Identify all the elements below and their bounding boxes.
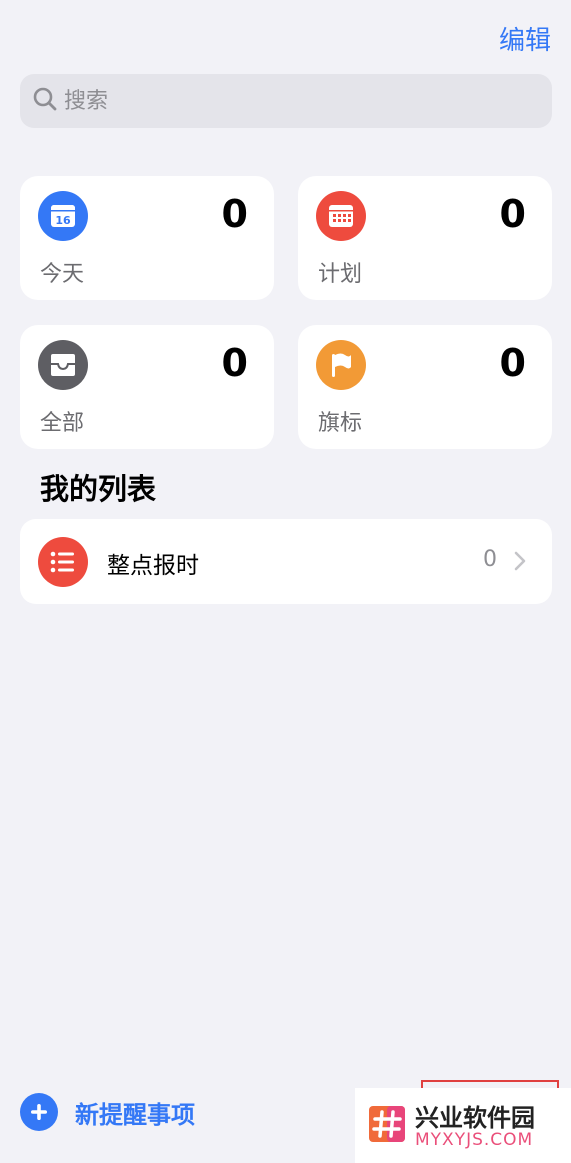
tray-icon: [38, 340, 88, 390]
new-reminder-label: 新提醒事项: [75, 1100, 195, 1129]
flagged-count: 0: [499, 341, 526, 385]
search-input[interactable]: [64, 88, 524, 114]
chevron-right-icon: [514, 551, 526, 575]
highlight-box: [421, 1080, 559, 1088]
all-label: 全部: [40, 411, 85, 436]
calendar-day-number: 16: [55, 214, 71, 227]
smart-list-today[interactable]: 16 0 今天: [20, 176, 274, 300]
list-bullet-icon: [38, 537, 88, 587]
today-count: 0: [221, 192, 248, 236]
plus-circle-icon: [20, 1093, 58, 1131]
my-lists-title: 我的列表: [40, 472, 157, 506]
list-name: 整点报时: [107, 553, 199, 579]
smart-list-scheduled[interactable]: 0 计划: [298, 176, 552, 300]
edit-button[interactable]: 编辑: [499, 20, 551, 57]
search-bar[interactable]: [20, 74, 552, 128]
smart-list-all[interactable]: 0 全部: [20, 325, 274, 449]
flagged-label: 旗标: [318, 411, 363, 436]
search-icon: [32, 86, 58, 116]
smart-list-flagged[interactable]: 0 旗标: [298, 325, 552, 449]
today-label: 今天: [40, 262, 85, 287]
watermark-name-cn: 兴业软件园: [415, 1104, 535, 1132]
watermark-name-en: MYXYJS.COM: [415, 1130, 534, 1150]
flag-icon: [316, 340, 366, 390]
new-reminder-button[interactable]: 新提醒事项: [20, 1093, 195, 1131]
watermark: 兴业软件园 MYXYJS.COM: [355, 1080, 571, 1163]
watermark-logo-icon: [367, 1104, 407, 1144]
all-count: 0: [221, 341, 248, 385]
scheduled-label: 计划: [318, 262, 363, 287]
list-row[interactable]: 整点报时 0: [20, 519, 552, 604]
scheduled-count: 0: [499, 192, 526, 236]
calendar-today-icon: 16: [38, 191, 88, 241]
calendar-grid-icon: [316, 191, 366, 241]
list-count: 0: [483, 547, 497, 572]
